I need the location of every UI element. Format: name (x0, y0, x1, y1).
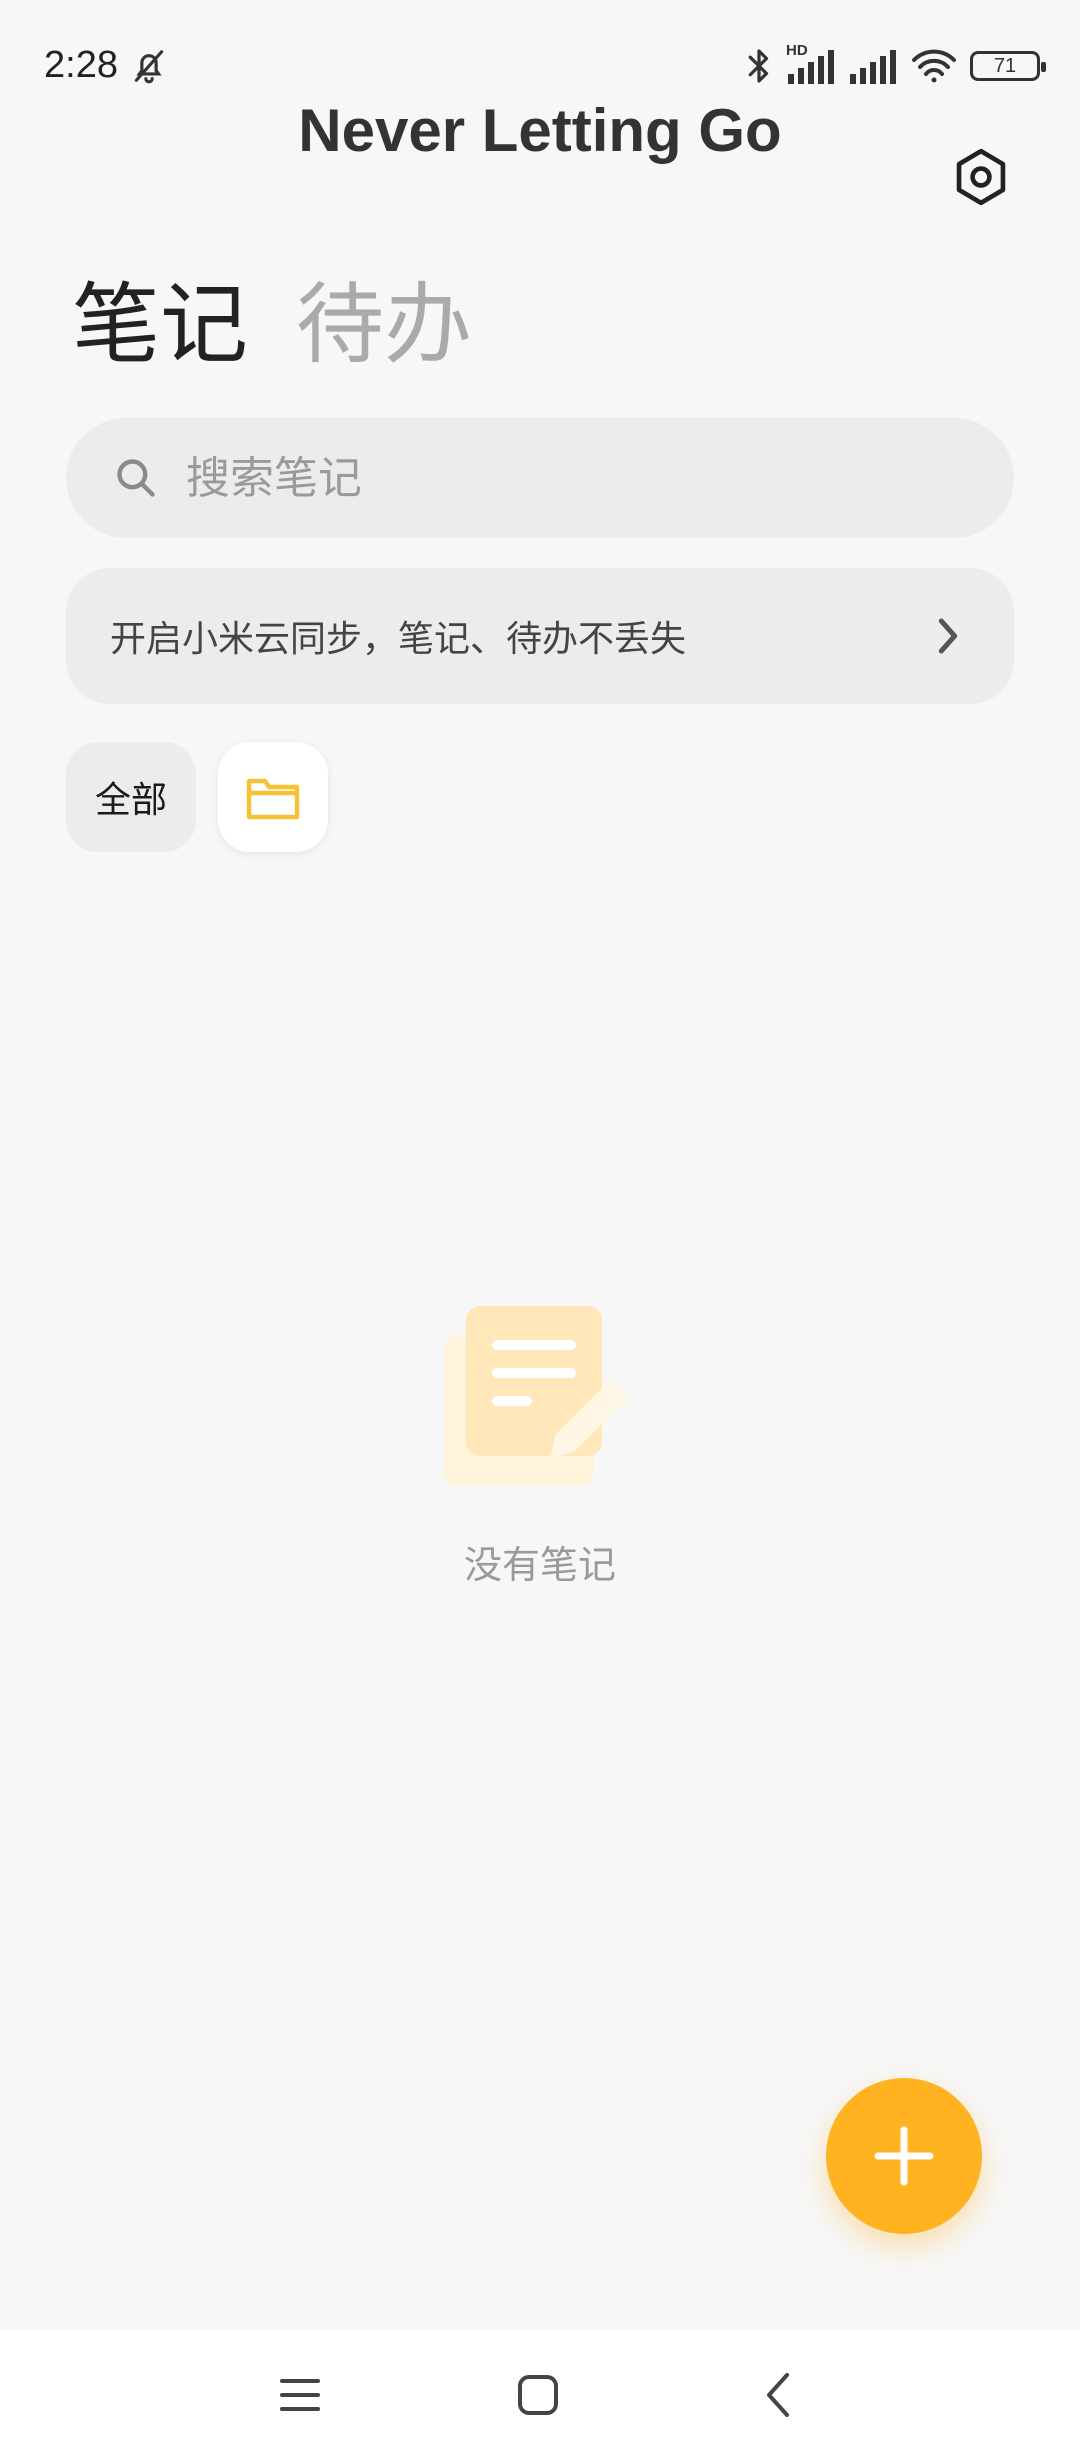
tab-bar: 笔记 待办 (72, 270, 472, 380)
nav-menu-button[interactable] (240, 2330, 360, 2460)
cloud-sync-banner[interactable]: 开启小米云同步，笔记、待办不丢失 (66, 568, 1014, 704)
signal-icon (788, 50, 834, 84)
settings-hex-icon[interactable] (950, 146, 1012, 208)
folder-icon (246, 778, 300, 820)
folder-chip-all[interactable]: 全部 (66, 742, 196, 852)
tab-notes[interactable]: 笔记 (72, 270, 248, 380)
tab-todo[interactable]: 待办 (296, 270, 472, 380)
search-bar[interactable] (66, 418, 1014, 538)
signal-icon (850, 50, 896, 84)
add-note-button[interactable] (826, 2078, 982, 2234)
search-icon (117, 459, 155, 497)
folder-chip-all-label: 全部 (94, 780, 167, 821)
sync-banner-text: 开启小米云同步，笔记、待办不丢失 (110, 619, 687, 660)
wifi-icon (912, 49, 956, 83)
home-square-icon (518, 2375, 558, 2415)
search-input[interactable] (186, 452, 966, 504)
nav-back-button[interactable] (718, 2330, 838, 2460)
system-nav-bar (0, 2330, 1080, 2460)
folder-chip-manage[interactable] (218, 742, 328, 852)
app-title: Never Letting Go (298, 97, 782, 164)
empty-state-text: 没有笔记 (463, 1543, 616, 1587)
back-chevron-icon (767, 2373, 789, 2417)
status-icons: HD 71 (744, 42, 1046, 88)
bell-off-icon (134, 50, 164, 84)
bluetooth-icon (748, 49, 769, 83)
battery-level: 71 (993, 54, 1017, 77)
status-time: 2:28 (44, 44, 118, 86)
battery-icon: 71 (970, 51, 1046, 81)
menu-icon (280, 2379, 320, 2411)
signal-hd: HD (786, 42, 836, 86)
plus-icon (874, 2126, 934, 2186)
note-pencil-icon (444, 1306, 630, 1486)
folder-chips: 全部 (66, 742, 328, 852)
notes-screen: 2:28 HD 71 Never Letting Go 笔记 待办 搜索笔记 开… (0, 0, 1080, 2460)
nav-home-button[interactable] (478, 2330, 598, 2460)
chevron-right-icon (938, 618, 958, 654)
